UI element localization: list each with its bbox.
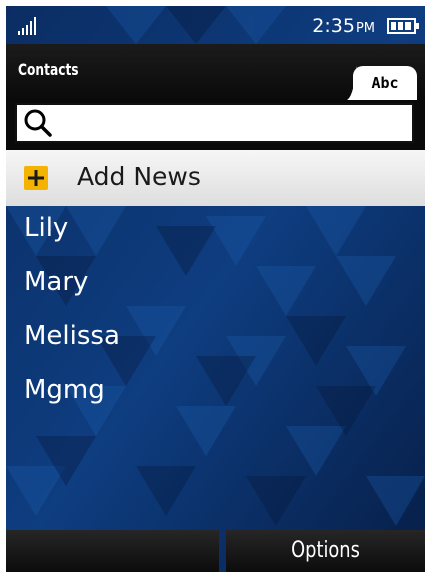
phone-screen: 2:35PM Contacts Abc Add News Lily Mary M…: [6, 6, 425, 572]
search-bar: [6, 100, 425, 150]
options-softkey[interactable]: Options: [226, 530, 425, 572]
battery-icon: [387, 18, 419, 34]
add-news-label: Add News: [77, 162, 201, 191]
contact-item-lily[interactable]: Lily: [6, 206, 425, 260]
contact-name: Melissa: [24, 321, 120, 351]
search-input[interactable]: [15, 103, 414, 143]
contact-item-mgmg[interactable]: Mgmg: [6, 368, 425, 422]
signal-strength-icon: [18, 17, 36, 35]
contact-name: Mary: [24, 267, 89, 297]
left-softkey[interactable]: [6, 530, 219, 572]
clock-ampm: PM: [355, 21, 375, 36]
search-icon: [24, 109, 52, 137]
softkey-bar: Options: [6, 530, 425, 572]
plus-icon: [24, 166, 48, 190]
header-bar: Contacts Abc: [6, 44, 425, 100]
clock-time: 2:35: [312, 15, 355, 37]
status-clock: 2:35PM: [312, 15, 375, 37]
add-news-button[interactable]: Add News: [6, 150, 425, 206]
page-title: Contacts: [18, 60, 79, 79]
contact-item-mary[interactable]: Mary: [6, 260, 425, 314]
contact-name: Lily: [24, 213, 69, 243]
tab-abc[interactable]: Abc: [353, 66, 417, 100]
contact-item-melissa[interactable]: Melissa: [6, 314, 425, 368]
contact-name: Mgmg: [24, 375, 105, 405]
options-softkey-label: Options: [291, 538, 360, 563]
status-bar: 2:35PM: [6, 6, 425, 44]
